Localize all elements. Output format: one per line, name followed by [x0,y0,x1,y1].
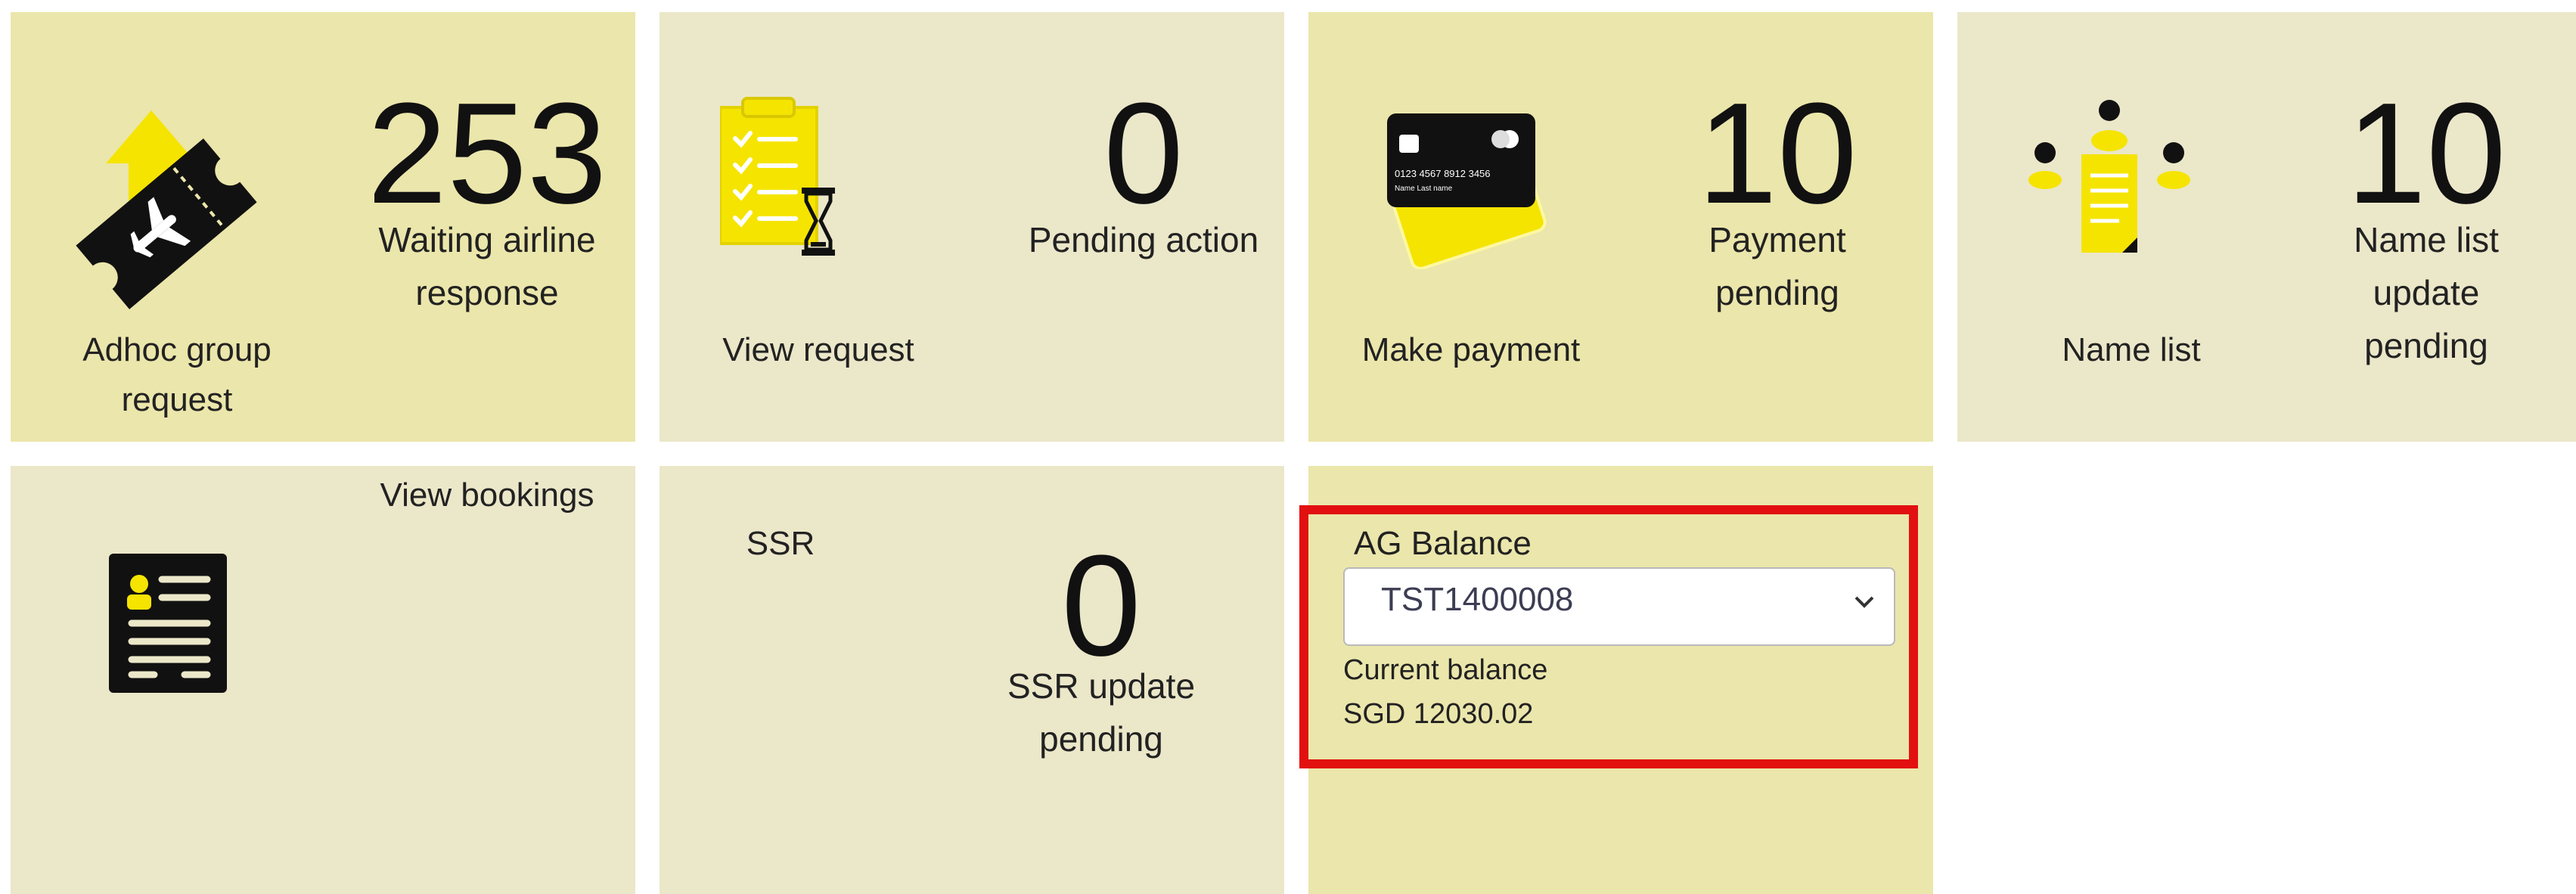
adhoc-label: Adhoc group request [82,331,272,418]
view-request-status: Pending action [1028,220,1259,259]
ssr-label: SSR [746,525,815,562]
adhoc-count: 253 [367,73,607,234]
view-request-tile[interactable]: 0 Pending action View request [660,12,1284,442]
ssr-status: SSR update pending [1007,666,1196,759]
view-request-label: View request [722,331,914,368]
adhoc-status: Waiting airline response [378,220,596,312]
ticket-icon [76,110,257,309]
account-select-value: TST1400008 [1381,581,1574,618]
current-balance-label: Current balance [1343,654,1548,686]
name-list-tile[interactable]: 10 Name list update pending Name list [1957,12,2576,442]
view-bookings-label: View bookings [380,476,594,514]
svg-text:0123 4567 8912 3456: 0123 4567 8912 3456 [1395,168,1491,179]
make-payment-tile[interactable]: 0123 4567 8912 3456 Name Last name 10 Pa… [1308,12,1933,442]
svg-text:Name Last name: Name Last name [1395,185,1453,193]
ag-balance-tile: AG Balance TST1400008 Current balance SG… [1299,466,1933,894]
ag-balance-title: AG Balance [1354,525,1532,562]
payment-label: Make payment [1361,331,1581,368]
name-list-count: 10 [2346,73,2506,234]
view-request-count: 0 [1103,73,1184,234]
payment-status: Payment pending [1709,220,1846,312]
chevron-down-icon [1854,596,1874,608]
payment-count: 10 [1697,73,1858,234]
account-select[interactable]: TST1400008 [1343,567,1895,646]
view-bookings-tile[interactable]: View bookings [11,466,635,894]
checklist-hourglass-icon [720,97,835,256]
current-balance-value: SGD 12030.02 [1343,698,1534,730]
ssr-tile[interactable]: SSR 0 SSR update pending [660,466,1284,894]
name-list-label: Name list [2062,331,2201,368]
booking-document-icon [109,554,227,693]
ssr-count: 0 [1061,526,1141,686]
credit-card-icon: 0123 4567 8912 3456 Name Last name [1387,113,1547,269]
name-list-status: Name list update pending [2354,220,2499,365]
people-document-icon [2028,100,2190,253]
adhoc-group-request-tile[interactable]: 253 Waiting airline response Adhoc group… [11,12,635,442]
